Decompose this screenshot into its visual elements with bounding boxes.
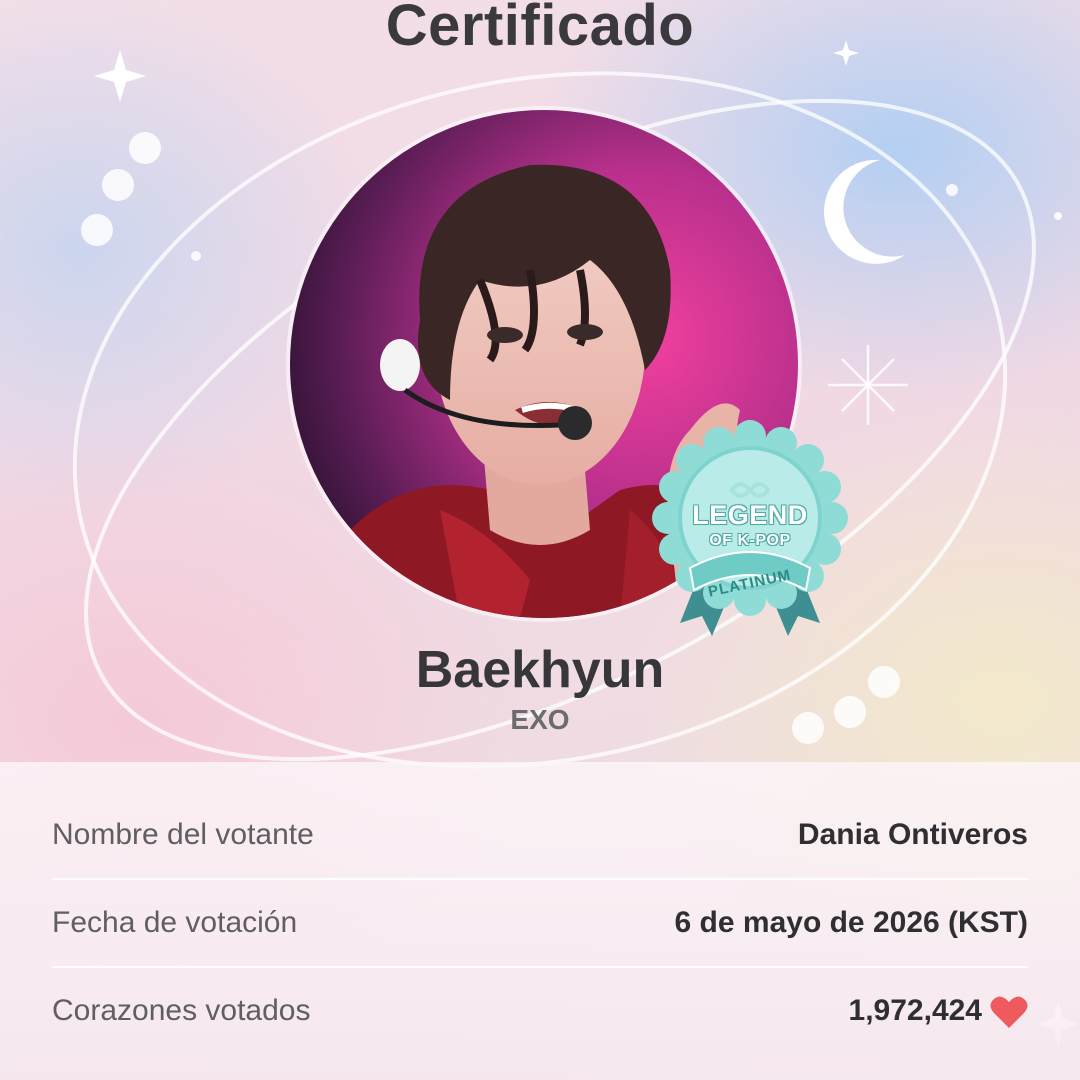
date-value: 6 de mayo de 2026 (KST) bbox=[674, 906, 1028, 939]
legend-badge: LEGEND OF K-POP PLATINUM bbox=[650, 418, 850, 648]
date-row: Fecha de votación 6 de mayo de 2026 (KST… bbox=[52, 880, 1028, 968]
date-label: Fecha de votación bbox=[52, 906, 298, 939]
certificate-details: Nombre del votante Dania Ontiveros Fecha… bbox=[0, 762, 1080, 1080]
badge-subtitle: OF K-POP bbox=[709, 532, 791, 549]
voter-value: Dania Ontiveros bbox=[797, 818, 1028, 851]
hearts-row: Corazones votados 1,972,424 bbox=[52, 968, 1028, 1056]
moon-icon bbox=[823, 159, 905, 264]
page-title: Certificado bbox=[385, 0, 695, 58]
badge-title: LEGEND bbox=[692, 500, 808, 530]
hearts-value-wrap: 1,972,424 bbox=[849, 994, 1028, 1029]
group-name: EXO bbox=[510, 704, 570, 735]
heart-icon bbox=[990, 996, 1028, 1029]
hearts-label: Corazones votados bbox=[52, 994, 311, 1027]
artist-name: Baekhyun bbox=[415, 641, 665, 699]
hearts-value: 1,972,424 bbox=[848, 994, 982, 1027]
star-burst-icon bbox=[828, 345, 908, 425]
voter-label: Nombre del votante bbox=[52, 818, 314, 851]
voter-row: Nombre del votante Dania Ontiveros bbox=[52, 792, 1028, 880]
